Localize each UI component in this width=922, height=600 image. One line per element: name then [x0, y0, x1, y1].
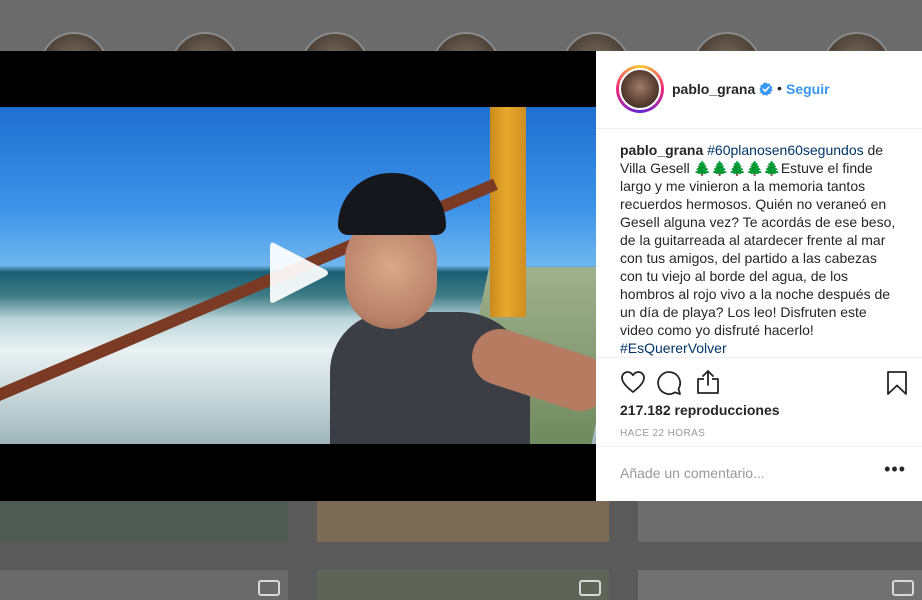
grid-post-thumbnail[interactable] — [638, 501, 922, 542]
grid-post-thumbnail[interactable] — [0, 501, 288, 542]
avatar-image — [619, 68, 661, 110]
video-scene-pole — [490, 107, 526, 317]
comment-bubble-icon[interactable] — [656, 370, 682, 396]
video-camera-icon — [579, 580, 601, 596]
comment-box: Añade un comentario... ••• — [596, 446, 922, 501]
caption-text: Estuve el finde largo y me vinieron a la… — [620, 160, 896, 338]
username-link[interactable]: pablo_grana — [672, 81, 755, 97]
post-modal: pablo_grana • Seguir pablo_grana #60plan… — [0, 51, 922, 501]
grid-post-thumbnail[interactable] — [317, 501, 609, 542]
comment-input[interactable]: Añade un comentario... — [620, 465, 765, 481]
share-icon[interactable] — [695, 368, 721, 396]
tree-emoji: 🌲🌲🌲🌲🌲 — [693, 160, 781, 176]
hashtag-link[interactable]: #EsQuererVolver — [620, 340, 727, 356]
verified-badge-icon — [759, 82, 773, 96]
views-count[interactable]: 217.182 reproducciones — [620, 402, 780, 418]
post-header: pablo_grana • Seguir — [596, 51, 922, 129]
video-camera-icon — [892, 580, 914, 596]
post-caption: pablo_grana #60planosen60segundos de Vil… — [620, 141, 902, 357]
grid-post-thumbnail[interactable] — [638, 570, 922, 600]
post-timestamp[interactable]: HACE 22 HORAS — [620, 428, 705, 439]
post-details: pablo_grana • Seguir pablo_grana #60plan… — [596, 51, 922, 501]
caption-username[interactable]: pablo_grana — [620, 142, 703, 158]
video-camera-icon — [258, 580, 280, 596]
video-scene-person-cap — [338, 173, 446, 235]
follow-button[interactable]: Seguir — [786, 81, 830, 97]
heart-icon[interactable] — [620, 370, 646, 394]
play-icon[interactable] — [268, 239, 330, 307]
post-actions: 217.182 reproducciones HACE 22 HORAS — [596, 357, 922, 457]
avatar[interactable] — [616, 65, 664, 113]
video-player[interactable] — [0, 51, 596, 501]
separator-dot: • — [777, 80, 782, 96]
bookmark-icon[interactable] — [886, 370, 908, 396]
grid-post-thumbnail[interactable] — [317, 570, 609, 600]
hashtag-link[interactable]: #60planosen60segundos — [707, 142, 863, 158]
more-options-icon[interactable]: ••• — [884, 459, 906, 480]
grid-post-thumbnail[interactable] — [0, 570, 288, 600]
